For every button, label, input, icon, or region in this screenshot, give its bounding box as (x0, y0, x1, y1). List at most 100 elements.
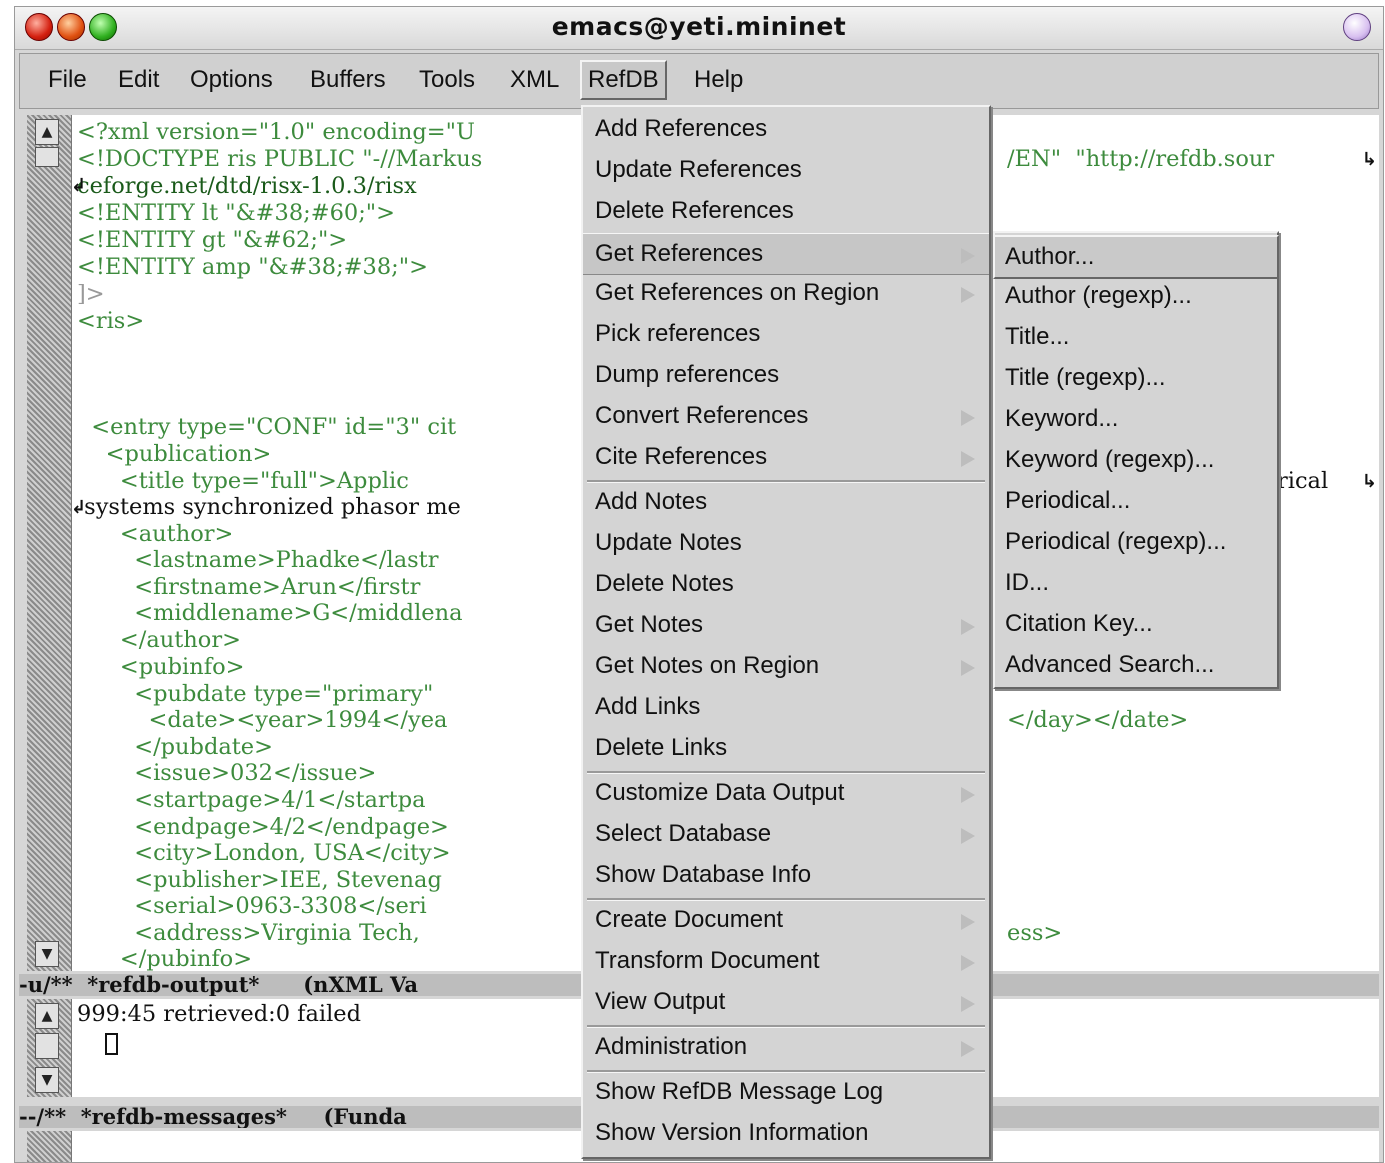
scroll-thumb[interactable] (35, 147, 59, 167)
output-scrollbar[interactable]: ▲ ▼ (27, 999, 72, 1097)
code-line: <endpage>4/2</endpage> (77, 814, 449, 840)
menu-item-delete-notes[interactable]: Delete Notes (583, 564, 989, 604)
scroll-up-arrow-icon[interactable]: ▲ (35, 1003, 59, 1029)
menu-item-delete-links[interactable]: Delete Links (583, 728, 989, 768)
menu-file[interactable]: File (44, 66, 91, 94)
menu-item-get-references-on-region[interactable]: Get References on Region (583, 273, 989, 313)
code-line: <lastname>Phadke</lastr (77, 547, 439, 573)
submenu-item-author-regexp[interactable]: Author (regexp)... (995, 276, 1277, 316)
submenu-arrow-icon (961, 248, 975, 264)
menu-item-dump-references[interactable]: Dump references (583, 355, 989, 395)
messages-scrollbar[interactable] (27, 1131, 72, 1162)
code-fragment: ess> (1007, 920, 1063, 946)
emacs-window: emacs@yeti.mininet File Edit Options Buf… (14, 6, 1384, 1163)
collapse-button[interactable] (1343, 13, 1371, 41)
code-line: <publisher>IEE, Stevenag (77, 867, 442, 893)
code-line: systems synchronized phasor me (77, 494, 461, 520)
code-line: <pubinfo> (77, 654, 245, 680)
menu-buffers[interactable]: Buffers (306, 66, 390, 94)
code-line: ]> (77, 281, 105, 307)
submenu-item-keyword[interactable]: Keyword... (995, 399, 1277, 439)
line-continuation-icon: ↲ (71, 497, 87, 518)
code-line: <serial>0963-3308</seri (77, 893, 427, 919)
code-line: <author> (77, 521, 234, 547)
submenu-item-periodical-regexp[interactable]: Periodical (regexp)... (995, 522, 1277, 562)
code-fragment: /EN" "http://refdb.sour (1007, 146, 1275, 172)
code-line: <middlename>G</middlena (77, 600, 463, 626)
menu-item-get-references[interactable]: Get References (583, 233, 989, 275)
submenu-arrow-icon (961, 955, 975, 971)
menu-refdb[interactable]: RefDB (580, 60, 667, 100)
code-line: <issue>032</issue> (77, 760, 377, 786)
submenu-arrow-icon (961, 619, 975, 635)
code-line: <publication> (77, 441, 272, 467)
submenu-arrow-icon (961, 996, 975, 1012)
submenu-item-id[interactable]: ID... (995, 563, 1277, 603)
submenu-item-title[interactable]: Title... (995, 317, 1277, 357)
code-line: <pubdate type="primary" (77, 681, 434, 707)
submenu-arrow-icon (961, 1041, 975, 1057)
menu-xml[interactable]: XML (506, 66, 563, 94)
editor-scrollbar[interactable]: ▲ ▼ (27, 115, 72, 971)
line-continuation-icon: ↲ (71, 175, 87, 196)
menu-item-pick-references[interactable]: Pick references (583, 314, 989, 354)
code-line: <ris> (77, 308, 145, 334)
menu-item-show-refdb-message-log[interactable]: Show RefDB Message Log (583, 1072, 989, 1112)
code-line: <!ENTITY amp "&#38;#38;"> (77, 254, 428, 280)
menu-options[interactable]: Options (186, 66, 277, 94)
menu-tools[interactable]: Tools (415, 66, 479, 94)
menu-item-get-notes[interactable]: Get Notes (583, 605, 989, 645)
code-line: <title type="full">Applic (77, 468, 409, 494)
menu-help[interactable]: Help (690, 66, 747, 94)
code-fragment: rical (1277, 468, 1329, 494)
output-line: 999:45 retrieved:0 failed (77, 1001, 362, 1027)
submenu-item-author[interactable]: Author... (993, 235, 1279, 279)
code-line: </pubinfo> (77, 946, 253, 971)
menu-item-customize-data-output[interactable]: Customize Data Output (583, 773, 989, 813)
scroll-down-arrow-icon[interactable]: ▼ (35, 1067, 59, 1093)
scroll-down-arrow-icon[interactable]: ▼ (35, 941, 59, 967)
menu-item-administration[interactable]: Administration (583, 1027, 989, 1067)
menu-item-convert-references[interactable]: Convert References (583, 396, 989, 436)
submenu-item-title-regexp[interactable]: Title (regexp)... (995, 358, 1277, 398)
scroll-thumb[interactable] (35, 1033, 59, 1059)
window-title: emacs@yeti.mininet (551, 12, 847, 41)
menu-edit[interactable]: Edit (114, 66, 163, 94)
code-line: <firstname>Arun</firstr (77, 574, 421, 600)
submenu-arrow-icon (961, 410, 975, 426)
menu-item-cite-references[interactable]: Cite References (583, 437, 989, 477)
code-line: <!DOCTYPE ris PUBLIC "-//Markus (77, 146, 483, 172)
code-line: <date><year>1994</yea (77, 707, 448, 733)
menu-item-add-notes[interactable]: Add Notes (583, 482, 989, 522)
code-line: <!ENTITY gt "&#62;"> (77, 227, 348, 253)
code-line: ceforge.net/dtd/risx-1.0.3/risx (77, 173, 417, 199)
menu-item-show-database-info[interactable]: Show Database Info (583, 855, 989, 895)
code-line: </pubdate> (77, 734, 273, 760)
code-line: <address>Virginia Tech, (77, 920, 420, 946)
menu-item-delete-references[interactable]: Delete References (583, 191, 989, 231)
submenu-arrow-icon (961, 451, 975, 467)
menu-item-get-notes-on-region[interactable]: Get Notes on Region (583, 646, 989, 686)
code-line: <!ENTITY lt "&#38;#60;"> (77, 200, 396, 226)
menu-bar: File Edit Options Buffers Tools XML RefD… (19, 53, 1379, 109)
menu-item-show-version-information[interactable]: Show Version Information (583, 1113, 989, 1153)
submenu-item-citation-key[interactable]: Citation Key... (995, 604, 1277, 644)
menu-item-transform-document[interactable]: Transform Document (583, 941, 989, 981)
menu-item-update-references[interactable]: Update References (583, 150, 989, 190)
menu-item-update-notes[interactable]: Update Notes (583, 523, 989, 563)
get-references-submenu: Author... Author (regexp)... Title... Ti… (993, 231, 1279, 689)
menu-item-add-links[interactable]: Add Links (583, 687, 989, 727)
code-line: <city>London, USA</city> (77, 840, 451, 866)
menu-item-select-database[interactable]: Select Database (583, 814, 989, 854)
code-line: <entry type="CONF" id="3" cit (77, 414, 457, 440)
submenu-item-keyword-regexp[interactable]: Keyword (regexp)... (995, 440, 1277, 480)
menu-item-view-output[interactable]: View Output (583, 982, 989, 1022)
submenu-item-advanced-search[interactable]: Advanced Search... (995, 645, 1277, 685)
submenu-item-periodical[interactable]: Periodical... (995, 481, 1277, 521)
submenu-arrow-icon (961, 660, 975, 676)
submenu-arrow-icon (961, 287, 975, 303)
menu-item-add-references[interactable]: Add References (583, 109, 989, 149)
menu-item-create-document[interactable]: Create Document (583, 900, 989, 940)
text-cursor (105, 1033, 118, 1055)
scroll-up-arrow-icon[interactable]: ▲ (35, 119, 59, 145)
